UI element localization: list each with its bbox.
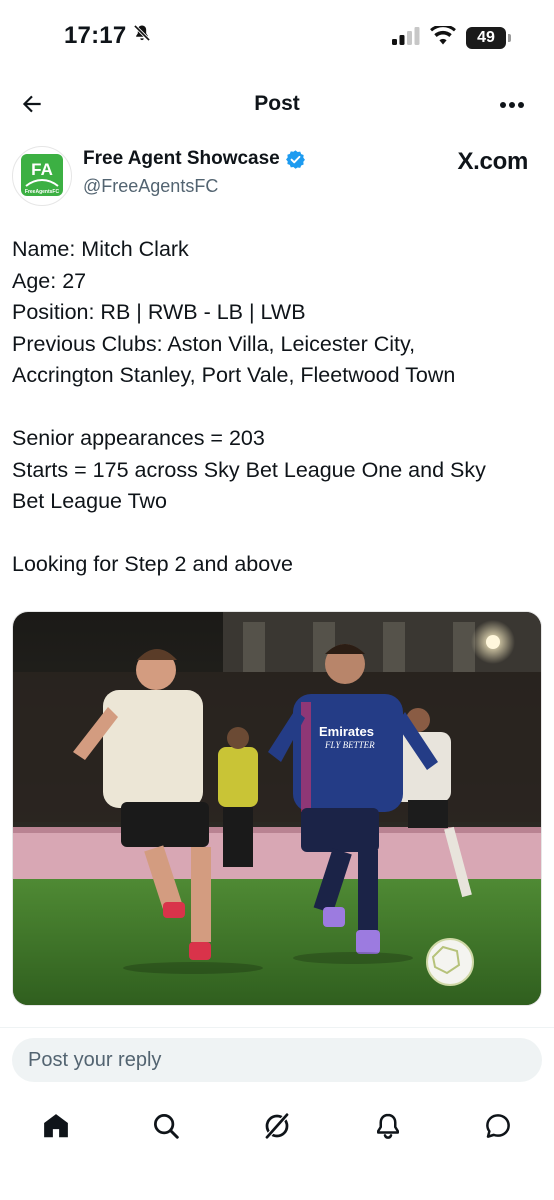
search-icon xyxy=(154,1114,179,1139)
tweet-line: Looking for Step 2 and above xyxy=(12,552,293,576)
tweet-line: Accrington Stanley, Port Vale, Fleetwood… xyxy=(12,363,456,387)
logo-icon: FA FreeAgentsFC xyxy=(21,154,63,196)
tweet-text: Name: Mitch Clark Age: 27 Position: RB |… xyxy=(12,234,542,581)
svg-text:Emirates: Emirates xyxy=(319,724,374,739)
source-label: X.com xyxy=(457,148,528,175)
svg-text:FA: FA xyxy=(31,160,53,179)
tweet-line: Age: 27 xyxy=(12,268,87,293)
ellipsis-icon xyxy=(500,102,524,108)
display-name-text: Free Agent Showcase xyxy=(83,148,280,169)
reply-placeholder: Post your reply xyxy=(28,1048,162,1071)
football-match-photo: Emirates FLY BETTER xyxy=(13,612,541,1005)
author-display-name[interactable]: Free Agent Showcase xyxy=(83,148,306,170)
author-row: FA FreeAgentsFC Free Agent Showcase @Fre… xyxy=(12,144,538,206)
status-bar: 17:17 49 xyxy=(0,0,554,76)
chat-bubble-icon xyxy=(486,1114,510,1138)
tab-messages[interactable] xyxy=(478,1106,518,1146)
bell-icon xyxy=(377,1113,399,1139)
author-handle[interactable]: @FreeAgentsFC xyxy=(83,176,218,197)
tweet-line: Name: Mitch Clark xyxy=(12,237,189,261)
divider xyxy=(0,1027,554,1028)
battery-level: 49 xyxy=(477,29,495,46)
verified-badge-icon xyxy=(285,149,305,169)
home-icon xyxy=(44,1114,68,1138)
wifi-icon xyxy=(430,24,456,50)
battery-icon: 49 xyxy=(466,27,511,49)
tab-grok[interactable] xyxy=(257,1106,297,1146)
post-header: Post xyxy=(0,76,554,132)
more-options-button[interactable] xyxy=(494,90,530,120)
avatar[interactable]: FA FreeAgentsFC xyxy=(12,146,72,206)
status-time: 17:17 xyxy=(64,22,152,50)
tweet-line: Starts = 175 across Sky Bet League One a… xyxy=(12,457,486,482)
bell-slash-icon xyxy=(132,22,152,50)
tweet-line: Previous Clubs: Aston Villa, Leicester C… xyxy=(12,331,416,356)
svg-text:FLY BETTER: FLY BETTER xyxy=(324,740,375,750)
status-icons: 49 xyxy=(392,24,511,50)
page-title: Post xyxy=(254,92,300,115)
bottom-tab-bar xyxy=(0,1096,554,1156)
tab-notifications[interactable] xyxy=(368,1106,408,1146)
tweet-line: Bet League Two xyxy=(12,489,168,513)
cellular-signal-icon xyxy=(392,26,420,50)
reply-input[interactable]: Post your reply xyxy=(12,1038,542,1082)
tweet-line: Senior appearances = 203 xyxy=(12,426,265,450)
tab-search[interactable] xyxy=(146,1106,186,1146)
tweet-line: Position: RB | RWB - LB | LWB xyxy=(12,300,306,324)
grok-icon xyxy=(265,1113,289,1139)
tweet-media-photo[interactable]: Emirates FLY BETTER xyxy=(12,611,542,1006)
tab-home[interactable] xyxy=(36,1106,76,1146)
clock-text: 17:17 xyxy=(64,22,127,49)
svg-text:FreeAgentsFC: FreeAgentsFC xyxy=(25,189,60,195)
